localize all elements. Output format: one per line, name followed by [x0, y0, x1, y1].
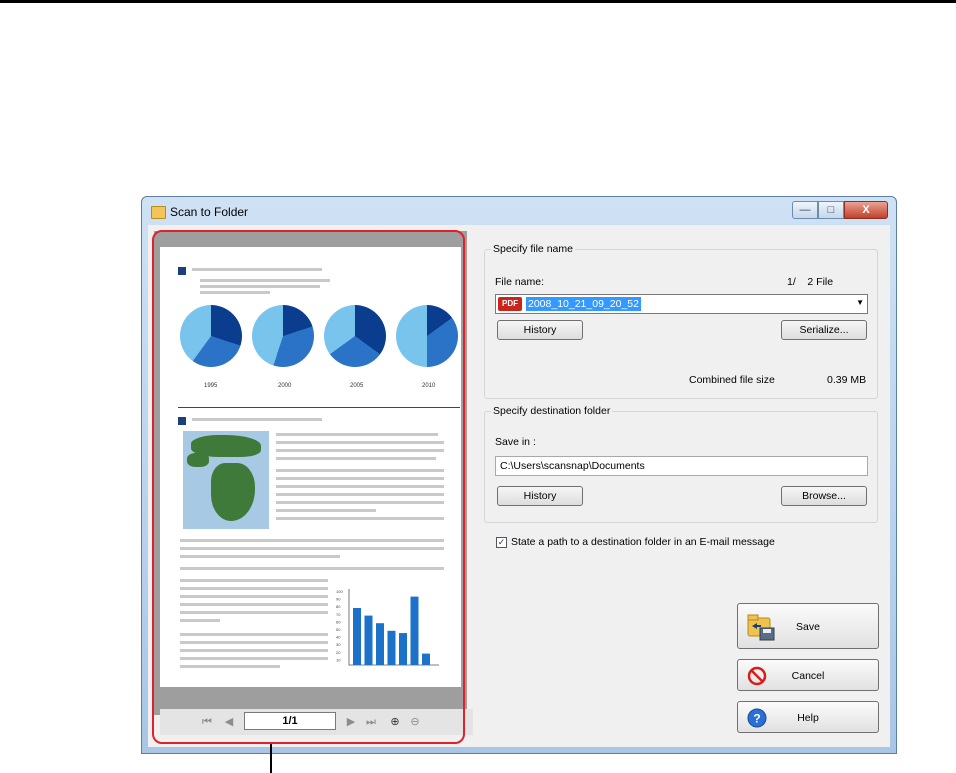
callout-pointer-line — [270, 744, 272, 773]
serialize-button[interactable]: Serialize... — [781, 320, 867, 340]
file-name-group-title: Specify file name — [491, 243, 575, 255]
file-history-button[interactable]: History — [497, 320, 583, 340]
save-path-input[interactable]: C:\Users\scansnap\Documents — [495, 456, 868, 476]
file-name-label: File name: — [495, 276, 545, 288]
help-button[interactable]: ? Help — [737, 701, 879, 733]
dropdown-arrow-icon[interactable]: ▼ — [856, 298, 864, 307]
file-counter: 1/ 2 File — [787, 276, 834, 288]
cancel-button-label: Cancel — [791, 670, 825, 682]
help-button-label: Help — [797, 712, 819, 724]
destination-group-title: Specify destination folder — [491, 405, 613, 417]
window-title: Scan to Folder — [170, 205, 249, 219]
email-path-checkbox[interactable]: ✓ — [496, 537, 507, 548]
combined-size-value: 0.39 MB — [827, 374, 867, 386]
email-path-label: State a path to a destination folder in … — [511, 536, 775, 548]
preview-callout-frame — [152, 230, 465, 744]
file-name-value[interactable]: 2008_10_21_09_20_52 — [526, 297, 641, 311]
page-top-rule — [0, 0, 956, 3]
save-in-label: Save in : — [495, 436, 536, 448]
minimize-button[interactable]: — — [792, 201, 818, 219]
window-controls: — □ X — [792, 201, 888, 219]
combined-size-label: Combined file size — [689, 374, 775, 386]
file-name-group: Specify file name File name: 1/ 2 File P… — [484, 243, 878, 399]
browse-button[interactable]: Browse... — [781, 486, 867, 506]
maximize-button[interactable]: □ — [818, 201, 844, 219]
save-button[interactable]: Save — [737, 603, 879, 649]
folder-history-button[interactable]: History — [497, 486, 583, 506]
close-button[interactable]: X — [844, 201, 888, 219]
destination-group: Specify destination folder Save in : C:\… — [484, 405, 878, 523]
cancel-button[interactable]: Cancel — [737, 659, 879, 691]
save-button-label: Save — [796, 621, 820, 633]
file-name-combobox[interactable]: PDF 2008_10_21_09_20_52 ▼ — [495, 294, 868, 314]
pdf-icon: PDF — [498, 297, 522, 311]
folder-icon — [151, 206, 166, 219]
